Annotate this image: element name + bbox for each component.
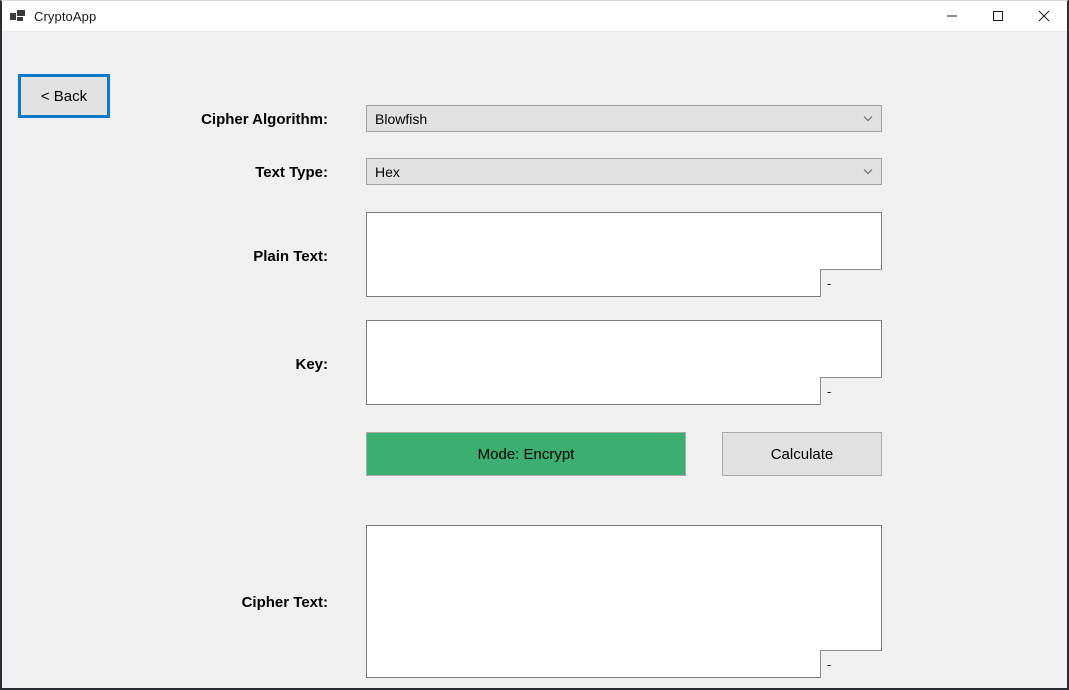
window-controls bbox=[929, 1, 1067, 31]
close-icon[interactable] bbox=[1021, 1, 1067, 31]
text-type-label: Text Type: bbox=[255, 164, 328, 181]
app-window-icon bbox=[10, 8, 26, 24]
cipher-text-counter: - bbox=[820, 650, 882, 678]
calculate-button[interactable]: Calculate bbox=[722, 432, 882, 476]
chevron-down-icon bbox=[861, 168, 875, 175]
cipher-algorithm-value: Blowfish bbox=[375, 110, 428, 127]
key-counter: - bbox=[820, 377, 882, 405]
text-type-select[interactable]: Hex bbox=[366, 158, 882, 185]
client-area: < Back Cipher Algorithm: Blowfish Text T… bbox=[2, 32, 1067, 688]
cipher-algorithm-label: Cipher Algorithm: bbox=[201, 111, 328, 128]
key-label: Key: bbox=[295, 356, 328, 373]
app-window: CryptoApp < Back Cipher Algorithm: Blowf… bbox=[0, 0, 1069, 690]
plain-text-counter: - bbox=[820, 269, 882, 297]
minimize-icon[interactable] bbox=[929, 1, 975, 31]
plain-text-input[interactable]: - bbox=[366, 212, 882, 297]
cipher-text-label: Cipher Text: bbox=[241, 594, 328, 611]
window-title: CryptoApp bbox=[34, 8, 97, 24]
maximize-icon[interactable] bbox=[975, 1, 1021, 31]
back-button[interactable]: < Back bbox=[18, 74, 110, 118]
mode-toggle-button[interactable]: Mode: Encrypt bbox=[366, 432, 686, 476]
title-bar-left: CryptoApp bbox=[10, 1, 96, 31]
plain-text-label: Plain Text: bbox=[253, 248, 328, 265]
text-type-value: Hex bbox=[375, 163, 400, 180]
cipher-text-output[interactable]: - bbox=[366, 525, 882, 678]
key-input[interactable]: - bbox=[366, 320, 882, 405]
chevron-down-icon bbox=[861, 115, 875, 122]
title-bar: CryptoApp bbox=[2, 1, 1067, 32]
cipher-algorithm-select[interactable]: Blowfish bbox=[366, 105, 882, 132]
